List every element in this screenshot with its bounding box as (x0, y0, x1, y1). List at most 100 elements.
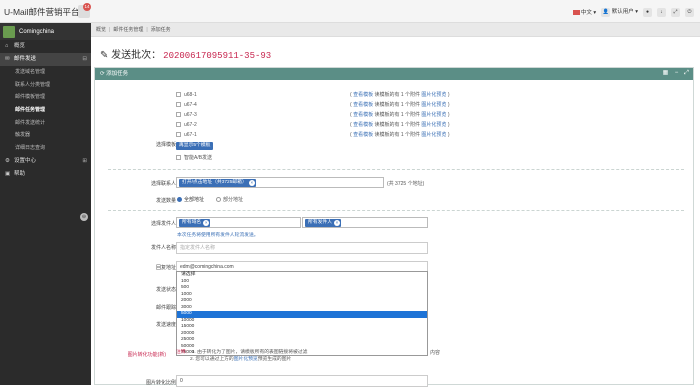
image-preview-link[interactable]: 图片化预览 (421, 132, 446, 138)
view-template-link[interactable]: 查看模板 (353, 92, 373, 98)
top-right-controls: 中文 ▾ 👤 默认用户 ▾ ● ↓ ⤢ ⏻ (572, 7, 694, 17)
more-templates-button[interactable]: 再显示5个模板 (176, 142, 214, 150)
sidebar-subitem-domains[interactable]: 发送域名管理 (0, 66, 91, 79)
sidebar-subitem-tasks[interactable]: 邮件任务管理 (0, 104, 91, 117)
sidebar-item-overview[interactable]: ⌂ 概览 (0, 40, 91, 53)
remove-icon[interactable]: × (334, 220, 340, 226)
avatar (3, 25, 15, 38)
sidebar-item-help[interactable]: ▣ 帮助 (0, 168, 91, 181)
label-sender-name: 发件人名称 (150, 245, 176, 251)
template-info: ( 查看模板 读模板的有 1 个附件 图片化预览 ) (350, 102, 450, 108)
remove-icon[interactable]: × (203, 220, 210, 226)
image-convert-notes: 注释： 1. 由于转化为了图片，请模板所有的表图链接将被过滤 2. 您可以通过上… (176, 350, 308, 362)
image-preview-link[interactable]: 图片化预览 (421, 112, 446, 118)
breadcrumb-current: 添加任务 (150, 27, 171, 33)
template-option[interactable]: u67-4 (176, 101, 197, 110)
panel-header: ⟳ 添加任务 ▦ − ⤢ (95, 68, 693, 80)
sidebar-subitem-triggers[interactable]: 触发器 (0, 129, 91, 142)
template-info: ( 查看模板 读模板的有 1 个附件 图片化预览 ) (350, 132, 450, 138)
template-info: ( 查看模板 读模板的有 1 个附件 图片化预览 ) (350, 92, 450, 98)
radio-selected[interactable] (177, 197, 182, 203)
checkbox[interactable] (176, 112, 181, 118)
minimize-icon[interactable]: − (673, 70, 680, 77)
gear-icon: ⚙ (5, 157, 10, 164)
top-bar: U-Mail邮件营销平台 14 中文 ▾ 👤 默认用户 ▾ ● ↓ ⤢ ⏻ (0, 0, 700, 23)
sender-select[interactable]: 所有发件人 × (302, 217, 428, 228)
checkbox[interactable] (176, 102, 181, 108)
sidebar-subitem-templates[interactable]: 邮件模板管理 (0, 91, 91, 104)
label-reply-to: 回复地址 (155, 265, 176, 271)
sidebar-item-settings[interactable]: ⚙ 设置中心 ⊞ (0, 155, 91, 168)
grid-icon[interactable]: ▦ (662, 70, 669, 77)
mic-icon[interactable]: ● (643, 7, 652, 17)
checkbox[interactable] (176, 155, 181, 161)
image-preview-link[interactable]: 图片化预览 (421, 102, 446, 108)
label-tracking: 邮件跟踪 (155, 305, 176, 311)
sidebar-subitem-contacts[interactable]: 联系人分类管理 (0, 79, 91, 92)
language-selector[interactable]: 中文 ▾ (572, 8, 596, 16)
power-icon[interactable]: ⏻ (685, 7, 694, 17)
expand-toggle-icon: ⊞ (82, 157, 87, 164)
label-send-status: 发送状态 (155, 287, 176, 293)
image-ratio-input[interactable]: 0 (176, 375, 428, 387)
label-sender: 选择发件人 (150, 221, 176, 227)
flag-icon (572, 10, 580, 16)
expand-icon[interactable]: ⤢ (671, 7, 680, 17)
label-template: 选择模板 (155, 142, 176, 148)
speed-dropdown[interactable]: 请选择 100 500 1000 2000 3000 5000 10000 15… (176, 271, 428, 356)
view-template-link[interactable]: 查看模板 (353, 102, 373, 108)
user-panel[interactable]: Comingchina (0, 23, 91, 40)
user-menu[interactable]: 👤 默认用户 ▾ (601, 7, 638, 17)
sender-domain-select[interactable]: 所有域名 × (176, 217, 301, 228)
image-preview-link[interactable]: 图片化预览 (421, 122, 446, 128)
checkbox[interactable] (176, 132, 181, 138)
contacts-select[interactable]: 打开/点击地址（共3725邮箱） × (176, 177, 384, 188)
envelope-icon: ✉ (5, 56, 10, 62)
divider (108, 169, 684, 170)
user-icon: 👤 (601, 8, 611, 17)
sidebar-item-mail-send[interactable]: ✉ 邮件发送 ⊟ (0, 53, 91, 66)
sidebar-subitem-logs[interactable]: 详细日志查询 (0, 142, 91, 155)
radio[interactable] (216, 197, 221, 203)
sender-note: 本次任务将使用所有发件人轮流发送。 (177, 233, 259, 238)
refresh-icon: ⟳ (100, 71, 105, 77)
view-template-link[interactable]: 查看模板 (353, 112, 373, 118)
send-partial-radio[interactable]: 部分地址 (216, 196, 243, 203)
sidebar-subitem-stats[interactable]: 邮件发送统计 (0, 117, 91, 130)
image-preview-link[interactable]: 图片化预览 (421, 92, 446, 98)
notification-badge: 14 (83, 3, 91, 11)
edit-icon: ✎ (100, 50, 109, 61)
template-option[interactable]: u67-1 (176, 131, 197, 140)
sender-name-input[interactable]: 指定发件人名称 (176, 242, 428, 254)
template-option[interactable]: u67-3 (176, 111, 197, 120)
template-info: ( 查看模板 读模板的有 1 个附件 图片化预览 ) (350, 122, 450, 128)
sidebar-collapse-icon[interactable]: ⊖ (80, 213, 88, 221)
checkbox[interactable] (176, 92, 181, 98)
image-preview-link[interactable]: 图片化预览 (234, 357, 258, 362)
breadcrumb-overview[interactable]: 概览 (96, 27, 106, 33)
label-send-count: 发送数量 (155, 198, 176, 204)
home-icon: ⌂ (5, 43, 9, 49)
remove-icon[interactable]: × (248, 180, 255, 186)
ab-send-option[interactable]: 智能A/B发送 (176, 154, 212, 163)
sidebar: Comingchina ⌂ 概览 ✉ 邮件发送 ⊟ 发送域名管理 联系人分类管理 邮件… (0, 23, 91, 385)
label-image-convert: 图片转化功能(新) (127, 352, 166, 358)
contacts-count: (共 3725 个地址) (387, 181, 425, 187)
breadcrumb: 概览 | 邮件任务管理 | 添加任务 (91, 23, 700, 37)
template-option[interactable]: u67-2 (176, 121, 197, 130)
send-all-radio[interactable]: 全部地址 (177, 196, 204, 203)
sender-tag: 所有发件人 × (305, 219, 341, 227)
view-template-link[interactable]: 查看模板 (353, 122, 373, 128)
help-icon: ▣ (5, 170, 11, 177)
collapse-toggle-icon: ⊟ (82, 56, 87, 62)
username: Comingchina (19, 28, 55, 35)
app-title: U-Mail邮件营销平台 (4, 7, 80, 17)
fullscreen-icon[interactable]: ⤢ (683, 70, 690, 77)
page-title: ✎ 发送批次： 20200617095911-35-93 (100, 50, 272, 61)
download-icon[interactable]: ↓ (657, 7, 666, 17)
contacts-tag: 打开/点击地址（共3725邮箱） × (179, 179, 256, 187)
checkbox[interactable] (176, 122, 181, 128)
template-option[interactable]: u68-1 (176, 91, 197, 100)
breadcrumb-tasks[interactable]: 邮件任务管理 (113, 27, 143, 33)
view-template-link[interactable]: 查看模板 (353, 132, 373, 138)
